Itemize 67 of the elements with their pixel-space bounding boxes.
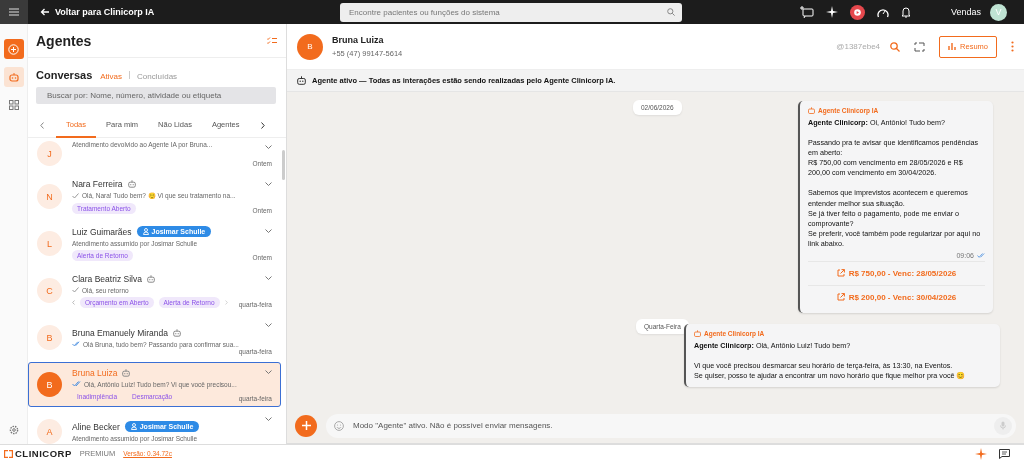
external-link-icon — [836, 269, 845, 278]
contact-avatar: J — [37, 141, 62, 166]
chevron-down-icon[interactable] — [265, 276, 272, 280]
chat-sparkle-icon[interactable] — [800, 6, 814, 18]
contact-avatar: A — [37, 419, 62, 444]
more-icon[interactable] — [1011, 41, 1014, 52]
contact-avatar: B — [297, 33, 323, 60]
user-name[interactable]: Vendas — [951, 7, 982, 17]
chevron-down-icon[interactable] — [265, 370, 272, 374]
back-link[interactable]: Voltar para Clinicorp IA — [40, 7, 340, 17]
gauge-icon[interactable] — [877, 6, 889, 18]
arrow-left-icon — [40, 8, 49, 16]
contact-name: Bruna Emanuely Miranda — [72, 327, 168, 338]
section-title: Conversas — [36, 69, 93, 81]
grid-icon — [8, 100, 19, 110]
chevron-down-icon[interactable] — [265, 145, 272, 149]
plus-icon — [301, 421, 311, 430]
search-icon[interactable] — [890, 41, 901, 52]
contact-name: Aline Becker — [72, 421, 120, 432]
search-field[interactable]: Buscar por: Nome, número, atividade ou etiqueta — [45, 90, 267, 101]
contact-avatar: L — [37, 231, 62, 256]
contact-handle: @1387ebe4 — [836, 42, 881, 51]
contact-name: Bruna Luiza — [332, 35, 385, 45]
chevron-right-icon — [261, 122, 266, 129]
robot-icon — [808, 107, 815, 115]
bell-icon[interactable] — [901, 6, 911, 18]
settings-icon — [8, 425, 19, 435]
add-button[interactable] — [295, 414, 317, 437]
person-icon — [130, 423, 137, 430]
logo-mark-icon — [4, 449, 13, 458]
robot-icon — [694, 329, 701, 337]
person-icon — [142, 228, 149, 235]
contact-avatar: N — [37, 184, 62, 209]
search-bar[interactable]: Encontre pacientes ou funções do sistema — [340, 2, 682, 22]
plus-circle-icon — [8, 43, 19, 55]
search-icon — [667, 8, 675, 16]
search-field[interactable]: Encontre pacientes ou funções do sistema — [347, 6, 647, 18]
contact-name: Clara Beatriz Silva — [72, 273, 142, 284]
contact-avatar: C — [37, 278, 62, 303]
play-icon — [854, 8, 861, 16]
new-button[interactable] — [3, 39, 24, 59]
bar-chart-icon — [948, 43, 957, 50]
chevron-down-icon[interactable] — [265, 182, 272, 186]
robot-icon — [8, 72, 19, 82]
double-check-icon — [977, 253, 985, 259]
checklist-icon[interactable] — [267, 36, 277, 45]
contact-avatar: B — [37, 325, 62, 350]
panel-title: Agentes — [36, 32, 92, 49]
brand-logo: CLINICORP — [4, 448, 72, 459]
chat-icon[interactable] — [999, 448, 1010, 459]
microphone-icon — [1000, 421, 1006, 430]
chevron-down-icon[interactable] — [265, 229, 272, 233]
emoji-icon — [334, 420, 344, 431]
sparkle-icon[interactable] — [826, 6, 838, 18]
robot-icon — [297, 76, 306, 85]
record-button[interactable] — [850, 4, 865, 20]
contact-name: Luiz Guimarães — [72, 226, 132, 237]
contact-name: Bruna Luiza — [72, 367, 118, 378]
agents-button[interactable] — [3, 67, 24, 87]
menu-icon[interactable] — [9, 8, 19, 16]
contact-avatar: B — [37, 372, 62, 397]
contact-name: Nara Ferreira — [72, 179, 123, 189]
external-link-icon — [836, 293, 845, 302]
chevron-left-icon — [40, 122, 44, 129]
chevron-down-icon[interactable] — [265, 323, 272, 327]
chevron-down-icon[interactable] — [265, 417, 272, 421]
search-bar[interactable]: Buscar por: Nome, número, atividade ou etiqueta — [36, 87, 276, 104]
